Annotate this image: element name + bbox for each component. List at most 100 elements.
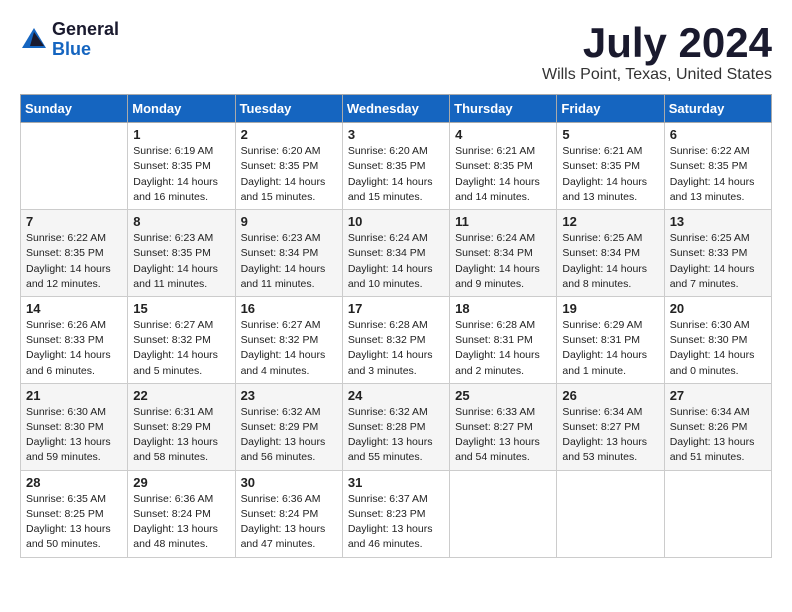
day-info: Sunrise: 6:23 AM Sunset: 8:34 PM Dayligh… [241,231,337,292]
calendar-cell: 16 Sunrise: 6:27 AM Sunset: 8:32 PM Dayli… [235,296,342,383]
day-number: 24 [348,388,444,403]
day-number: 3 [348,127,444,142]
location: Wills Point, Texas, United States [542,66,772,84]
day-number: 17 [348,301,444,316]
calendar-table: SundayMondayTuesdayWednesdayThursdayFrid… [20,94,772,557]
day-info: Sunrise: 6:28 AM Sunset: 8:31 PM Dayligh… [455,318,551,379]
day-number: 23 [241,388,337,403]
day-header-saturday: Saturday [664,95,771,123]
day-number: 2 [241,127,337,142]
day-info: Sunrise: 6:25 AM Sunset: 8:33 PM Dayligh… [670,231,766,292]
calendar-cell: 13 Sunrise: 6:25 AM Sunset: 8:33 PM Dayli… [664,210,771,297]
day-header-sunday: Sunday [21,95,128,123]
day-number: 28 [26,475,122,490]
day-number: 30 [241,475,337,490]
day-info: Sunrise: 6:24 AM Sunset: 8:34 PM Dayligh… [455,231,551,292]
calendar-cell: 30 Sunrise: 6:36 AM Sunset: 8:24 PM Dayli… [235,470,342,557]
day-info: Sunrise: 6:32 AM Sunset: 8:29 PM Dayligh… [241,405,337,466]
logo-general: General [52,20,119,40]
day-number: 4 [455,127,551,142]
day-info: Sunrise: 6:34 AM Sunset: 8:27 PM Dayligh… [562,405,658,466]
day-number: 11 [455,214,551,229]
day-number: 10 [348,214,444,229]
day-info: Sunrise: 6:19 AM Sunset: 8:35 PM Dayligh… [133,144,229,205]
calendar-cell: 18 Sunrise: 6:28 AM Sunset: 8:31 PM Dayli… [450,296,557,383]
day-info: Sunrise: 6:26 AM Sunset: 8:33 PM Dayligh… [26,318,122,379]
calendar-cell: 27Sunrise: 6:34 AM Sunset: 8:26 PM Dayli… [664,383,771,470]
day-info: Sunrise: 6:20 AM Sunset: 8:35 PM Dayligh… [241,144,337,205]
calendar-cell [21,123,128,210]
calendar-cell [664,470,771,557]
day-info: Sunrise: 6:36 AM Sunset: 8:24 PM Dayligh… [133,492,229,553]
day-info: Sunrise: 6:29 AM Sunset: 8:31 PM Dayligh… [562,318,658,379]
day-number: 8 [133,214,229,229]
calendar-cell: 12Sunrise: 6:25 AM Sunset: 8:34 PM Dayli… [557,210,664,297]
page-header: General Blue July 2024 Wills Point, Texa… [20,20,772,84]
day-info: Sunrise: 6:31 AM Sunset: 8:29 PM Dayligh… [133,405,229,466]
day-info: Sunrise: 6:35 AM Sunset: 8:25 PM Dayligh… [26,492,122,553]
calendar-cell: 11 Sunrise: 6:24 AM Sunset: 8:34 PM Dayli… [450,210,557,297]
day-info: Sunrise: 6:21 AM Sunset: 8:35 PM Dayligh… [562,144,658,205]
calendar-cell: 2 Sunrise: 6:20 AM Sunset: 8:35 PM Daylig… [235,123,342,210]
day-info: Sunrise: 6:32 AM Sunset: 8:28 PM Dayligh… [348,405,444,466]
day-number: 26 [562,388,658,403]
calendar-body: 1 Sunrise: 6:19 AM Sunset: 8:35 PM Daylig… [21,123,772,557]
calendar-cell: 23 Sunrise: 6:32 AM Sunset: 8:29 PM Dayli… [235,383,342,470]
week-row-3: 14 Sunrise: 6:26 AM Sunset: 8:33 PM Dayli… [21,296,772,383]
day-info: Sunrise: 6:30 AM Sunset: 8:30 PM Dayligh… [670,318,766,379]
day-number: 19 [562,301,658,316]
calendar-cell: 22 Sunrise: 6:31 AM Sunset: 8:29 PM Dayli… [128,383,235,470]
calendar-cell: 4 Sunrise: 6:21 AM Sunset: 8:35 PM Daylig… [450,123,557,210]
day-number: 25 [455,388,551,403]
week-row-2: 7Sunrise: 6:22 AM Sunset: 8:35 PM Daylig… [21,210,772,297]
title-area: July 2024 Wills Point, Texas, United Sta… [542,20,772,84]
calendar-header-row: SundayMondayTuesdayWednesdayThursdayFrid… [21,95,772,123]
day-number: 5 [562,127,658,142]
calendar-cell: 31Sunrise: 6:37 AM Sunset: 8:23 PM Dayli… [342,470,449,557]
day-info: Sunrise: 6:21 AM Sunset: 8:35 PM Dayligh… [455,144,551,205]
calendar-cell: 14 Sunrise: 6:26 AM Sunset: 8:33 PM Dayli… [21,296,128,383]
day-number: 22 [133,388,229,403]
calendar-cell [557,470,664,557]
day-info: Sunrise: 6:24 AM Sunset: 8:34 PM Dayligh… [348,231,444,292]
week-row-1: 1 Sunrise: 6:19 AM Sunset: 8:35 PM Daylig… [21,123,772,210]
day-number: 9 [241,214,337,229]
week-row-5: 28 Sunrise: 6:35 AM Sunset: 8:25 PM Dayli… [21,470,772,557]
day-number: 21 [26,388,122,403]
day-header-friday: Friday [557,95,664,123]
day-info: Sunrise: 6:36 AM Sunset: 8:24 PM Dayligh… [241,492,337,553]
calendar-cell: 6 Sunrise: 6:22 AM Sunset: 8:35 PM Daylig… [664,123,771,210]
day-number: 18 [455,301,551,316]
day-info: Sunrise: 6:23 AM Sunset: 8:35 PM Dayligh… [133,231,229,292]
logo: General Blue [20,20,119,60]
day-number: 14 [26,301,122,316]
calendar-cell: 26 Sunrise: 6:34 AM Sunset: 8:27 PM Dayli… [557,383,664,470]
calendar-cell: 28 Sunrise: 6:35 AM Sunset: 8:25 PM Dayli… [21,470,128,557]
day-info: Sunrise: 6:33 AM Sunset: 8:27 PM Dayligh… [455,405,551,466]
calendar-cell: 19 Sunrise: 6:29 AM Sunset: 8:31 PM Dayli… [557,296,664,383]
day-number: 1 [133,127,229,142]
calendar-cell: 25 Sunrise: 6:33 AM Sunset: 8:27 PM Dayli… [450,383,557,470]
week-row-4: 21Sunrise: 6:30 AM Sunset: 8:30 PM Dayli… [21,383,772,470]
day-number: 16 [241,301,337,316]
day-info: Sunrise: 6:27 AM Sunset: 8:32 PM Dayligh… [241,318,337,379]
day-number: 20 [670,301,766,316]
calendar-cell: 7Sunrise: 6:22 AM Sunset: 8:35 PM Daylig… [21,210,128,297]
calendar-cell: 29 Sunrise: 6:36 AM Sunset: 8:24 PM Dayli… [128,470,235,557]
day-number: 31 [348,475,444,490]
calendar-cell: 1 Sunrise: 6:19 AM Sunset: 8:35 PM Daylig… [128,123,235,210]
day-header-tuesday: Tuesday [235,95,342,123]
day-info: Sunrise: 6:22 AM Sunset: 8:35 PM Dayligh… [670,144,766,205]
day-info: Sunrise: 6:20 AM Sunset: 8:35 PM Dayligh… [348,144,444,205]
day-number: 15 [133,301,229,316]
logo-blue: Blue [52,40,119,60]
calendar-cell: 9 Sunrise: 6:23 AM Sunset: 8:34 PM Daylig… [235,210,342,297]
day-number: 27 [670,388,766,403]
calendar-cell: 10 Sunrise: 6:24 AM Sunset: 8:34 PM Dayli… [342,210,449,297]
day-number: 29 [133,475,229,490]
day-header-monday: Monday [128,95,235,123]
calendar-cell: 8 Sunrise: 6:23 AM Sunset: 8:35 PM Daylig… [128,210,235,297]
day-number: 13 [670,214,766,229]
day-number: 6 [670,127,766,142]
day-info: Sunrise: 6:22 AM Sunset: 8:35 PM Dayligh… [26,231,122,292]
